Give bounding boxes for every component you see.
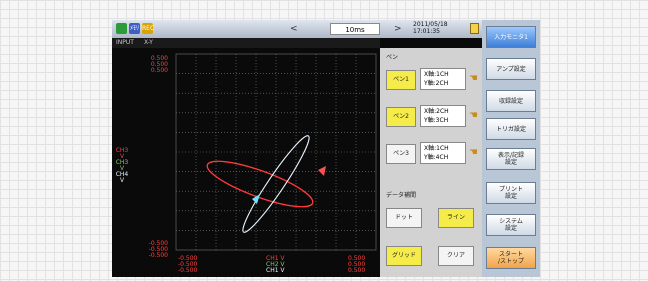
- display-record-label-2: 設定: [504, 159, 517, 166]
- input-monitor-button[interactable]: 入力モニタ1: [486, 26, 536, 48]
- trigger-settings-label: トリガ設定: [495, 125, 526, 133]
- dot-button[interactable]: ドット: [386, 208, 422, 228]
- pen1-trace: [206, 160, 314, 208]
- pen1-axis-info[interactable]: X軸:1CH Y軸:2CH: [420, 68, 466, 90]
- prev-time-button[interactable]: <: [290, 24, 298, 34]
- pen2-x-axis: X軸:2CH: [424, 108, 449, 115]
- pen3-y-axis: Y軸:4CH: [424, 154, 449, 161]
- pen3-x-axis: X軸:1CH: [424, 145, 449, 152]
- blue-mode-icon[interactable]: ﾒﾓﾘ: [129, 23, 140, 34]
- y-bot-label-3: -0.500: [148, 252, 168, 259]
- print-settings-button[interactable]: プリント 設定: [486, 182, 536, 204]
- pen1-x-axis: X軸:1CH: [424, 71, 449, 78]
- start-stop-label-1: スタート: [498, 251, 523, 258]
- system-settings-label-1: システム: [499, 218, 523, 225]
- date-time: 2011/05/18 17:01:35: [413, 21, 448, 35]
- start-stop-label-2: /ストップ: [497, 258, 525, 265]
- time-text: 17:01:35: [413, 28, 440, 35]
- y-top-labels: 0.500 0.500 0.500: [130, 56, 168, 74]
- top-toolbar: ﾒﾓﾘ REC < 10ms > 2011/05/18 17:01:35: [112, 20, 482, 38]
- pen1-hand-icon[interactable]: ☚: [469, 74, 478, 84]
- system-settings-label-2: 設定: [504, 225, 517, 232]
- start-stop-button[interactable]: スタート /ストップ: [486, 247, 536, 269]
- recorder-screen: ﾒﾓﾘ REC < 10ms > 2011/05/18 17:01:35 INP…: [112, 20, 540, 277]
- clear-button[interactable]: クリア: [438, 246, 474, 266]
- record-settings-label: 収録設定: [498, 97, 523, 105]
- pen2-hand-icon[interactable]: ☚: [469, 111, 478, 121]
- input-monitor-label: 入力モニタ1: [494, 33, 528, 41]
- time-division-display[interactable]: 10ms: [330, 23, 380, 35]
- display-record-label-1: 表示/記録: [497, 152, 525, 159]
- y-channel-labels: CH3 V CH3 V CH4 V: [114, 148, 130, 184]
- x-right-labels: 0.500 0.500 0.500: [348, 256, 365, 274]
- pen2-button[interactable]: ペン2: [386, 107, 416, 127]
- pen3-axis-info[interactable]: X軸:1CH Y軸:4CH: [420, 142, 466, 164]
- pen2-axis-info[interactable]: X軸:2CH Y軸:3CH: [420, 105, 466, 127]
- trigger-settings-button[interactable]: トリガ設定: [486, 118, 536, 140]
- pen1-marker: [318, 166, 326, 176]
- x-ch-label-3: CH1 V: [266, 267, 285, 274]
- yellow-status-icon[interactable]: REC: [142, 23, 154, 34]
- clock-icon: [470, 23, 479, 34]
- pen-settings-panel: ペン ペン1 X軸:1CH Y軸:2CH ☚ ペン2 X軸:2CH Y軸:3CH…: [380, 48, 482, 277]
- mode-label: X-Y: [143, 39, 153, 46]
- pen1-y-axis: Y軸:2CH: [424, 80, 449, 87]
- x-right-label-3: 0.500: [348, 267, 366, 274]
- line-button[interactable]: ライン: [438, 208, 474, 228]
- x-left-labels: -0.500 -0.500 -0.500: [178, 256, 197, 274]
- print-settings-label-2: 設定: [504, 193, 517, 200]
- x-channel-labels: CH1 V CH2 V CH1 V: [266, 256, 285, 274]
- pen1-button[interactable]: ペン1: [386, 70, 416, 90]
- amp-settings-label: アンプ設定: [496, 65, 526, 73]
- y-bottom-labels: -0.500 -0.500 -0.500: [130, 241, 168, 259]
- side-menu: 入力モニタ1 アンプ設定 収録設定 トリガ設定 表示/記録 設定 プリント 設定…: [482, 20, 540, 277]
- plot-grid: [176, 54, 376, 250]
- grid-button[interactable]: グリッド: [386, 246, 422, 266]
- x-left-label-3: -0.500: [178, 267, 198, 274]
- green-run-icon[interactable]: [116, 23, 127, 34]
- print-settings-label-1: プリント: [498, 186, 523, 193]
- record-settings-button[interactable]: 収録設定: [486, 90, 536, 112]
- pen-section-title: ペン: [386, 54, 399, 61]
- pen2-y-axis: Y軸:3CH: [424, 117, 449, 124]
- amp-settings-button[interactable]: アンプ設定: [486, 58, 536, 80]
- next-time-button[interactable]: >: [394, 24, 402, 34]
- input-mode-bar: INPUT X-Y: [112, 38, 380, 48]
- pen3-hand-icon[interactable]: ☚: [469, 148, 478, 158]
- y-top-label-3: 0.500: [150, 67, 168, 74]
- pen3-button[interactable]: ペン3: [386, 144, 416, 164]
- display-record-settings-button[interactable]: 表示/記録 設定: [486, 148, 536, 170]
- interpolation-section-title: データ補間: [386, 192, 417, 199]
- xy-plot-area: 0.500 0.500 0.500 CH3 V CH3 V CH4 V -0.5…: [112, 48, 380, 277]
- input-label: INPUT: [116, 39, 134, 46]
- system-settings-button[interactable]: システム 設定: [486, 214, 536, 236]
- y-ch-label-6: V: [119, 177, 125, 184]
- date-text: 2011/05/18: [413, 21, 448, 28]
